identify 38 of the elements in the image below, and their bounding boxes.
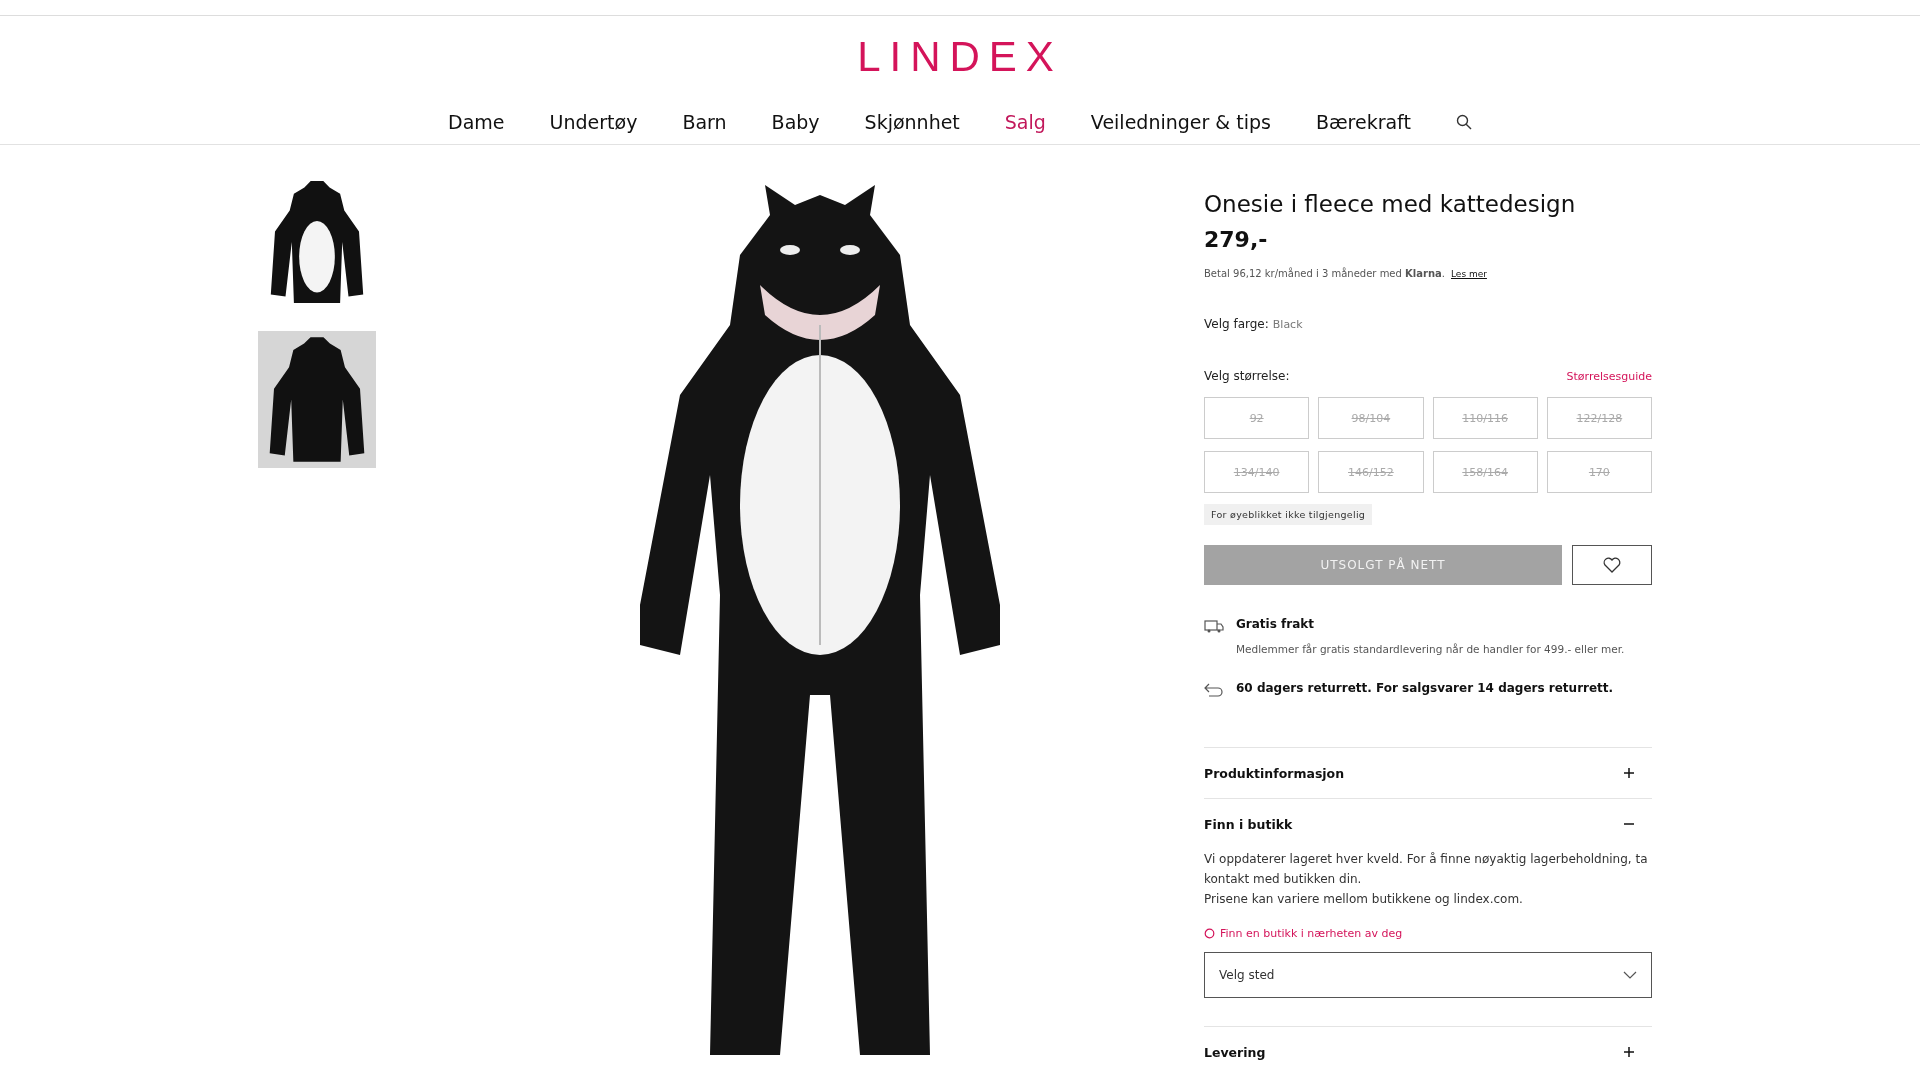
accordion-header[interactable]: Levering bbox=[1204, 1027, 1652, 1077]
truck-icon bbox=[1204, 619, 1224, 633]
shipping-title: Gratis frakt bbox=[1236, 617, 1315, 631]
paragraph: Vi oppdaterer lageret hver kveld. For å finne nøyaktig lagerbeholdning, ta kontakt med butikken din. bbox=[1204, 851, 1649, 888]
location-dropdown[interactable]: Velg sted bbox=[1204, 952, 1652, 998]
plus-icon bbox=[1624, 768, 1634, 778]
favorite-button[interactable] bbox=[1572, 545, 1652, 585]
size-guide-link[interactable]: Størrelsesguide bbox=[1566, 370, 1652, 383]
find-store-link[interactable]: Finn en butikk i nærheten av deg bbox=[1204, 927, 1652, 940]
returns-text: 60 dagers returrett. For salgsvarer 14 dagers returrett. bbox=[1236, 681, 1614, 695]
nav-link[interactable]: Skjønnhet bbox=[864, 111, 960, 133]
nav-link[interactable]: Baby bbox=[771, 111, 820, 133]
location-icon bbox=[1204, 928, 1215, 939]
installment-text: Betal 96,12 kr/måned i 3 måneder med Klarna. bbox=[1204, 268, 1445, 279]
nav-link[interactable]: Undertøy bbox=[549, 111, 638, 133]
chevron-down-icon bbox=[1623, 971, 1637, 979]
brand-logo[interactable]: LINDEX bbox=[857, 36, 1063, 78]
nav-link[interactable]: Salg bbox=[1004, 111, 1046, 133]
product-title: Onesie i fleece med kattedesign bbox=[1204, 191, 1577, 217]
plus-icon bbox=[1624, 1047, 1634, 1057]
availability-notice: For øyeblikket ikke tilgjengelig bbox=[1204, 504, 1373, 525]
color-value: Black bbox=[1272, 318, 1303, 331]
paragraph: Prisene kan variere mellom butikkene og lindex.com. bbox=[1204, 891, 1524, 908]
nav-link[interactable]: Bærekraft bbox=[1315, 111, 1411, 133]
nav-link[interactable]: Barn bbox=[682, 111, 727, 133]
size-label: Velg størrelse: bbox=[1204, 369, 1290, 383]
thumbnail-photo-placeholder[interactable] bbox=[258, 331, 376, 468]
accordion-header[interactable]: Produktinformasjon bbox=[1204, 748, 1652, 798]
search-icon[interactable] bbox=[1455, 114, 1472, 130]
accordion-header[interactable]: Finn i butikk bbox=[1204, 799, 1652, 849]
shipping-text: Medlemmer får gratis standardlevering når de handler for 499.- eller mer. bbox=[1236, 643, 1625, 655]
color-label: Velg farge: bbox=[1204, 317, 1269, 331]
heart-icon bbox=[1603, 557, 1621, 573]
nav-link[interactable]: Dame bbox=[448, 111, 505, 133]
read-more-link[interactable]: Les mer bbox=[1451, 269, 1487, 279]
return-arrow-icon bbox=[1204, 683, 1224, 697]
product-price: 279,- bbox=[1204, 227, 1269, 252]
nav-link[interactable]: Veiledninger & tips bbox=[1090, 111, 1271, 133]
